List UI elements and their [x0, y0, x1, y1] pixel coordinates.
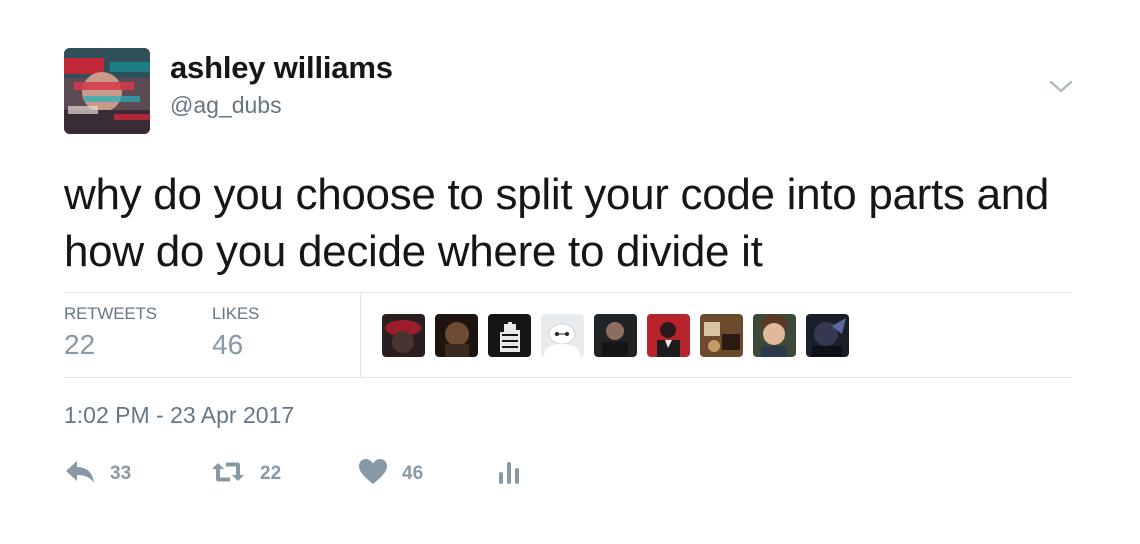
analytics-button[interactable] — [496, 456, 522, 492]
retweets-stat[interactable]: RETWEETS 22 — [64, 304, 157, 361]
like-count: 46 — [402, 463, 424, 484]
stats-vertical-divider — [360, 293, 361, 377]
like-button[interactable]: 46 — [358, 456, 423, 492]
heart-icon — [358, 458, 388, 491]
liker-avatar-4[interactable] — [541, 314, 584, 357]
likers-avatars — [382, 314, 849, 357]
liker-avatar-9[interactable] — [806, 314, 849, 357]
likes-stat[interactable]: LIKES 46 — [212, 304, 259, 361]
retweets-label: RETWEETS — [64, 304, 157, 323]
reply-button[interactable]: 33 — [64, 456, 131, 492]
likes-label: LIKES — [212, 304, 260, 323]
reply-icon — [64, 459, 96, 490]
liker-avatar-8[interactable] — [753, 314, 796, 357]
retweet-count: 22 — [260, 463, 282, 484]
analytics-icon — [496, 458, 522, 491]
stats-divider-bottom — [64, 377, 1072, 378]
liker-avatar-1[interactable] — [382, 314, 425, 357]
likes-value: 46 — [212, 329, 244, 360]
chevron-down-icon[interactable] — [1048, 76, 1074, 98]
reply-count: 33 — [110, 463, 132, 484]
tweet-timestamp[interactable]: 1:02 PM - 23 Apr 2017 — [64, 402, 294, 429]
retweets-value: 22 — [64, 329, 96, 360]
tweet-text: why do you choose to split your code int… — [64, 170, 1050, 276]
liker-avatar-5[interactable] — [594, 314, 637, 357]
tweet-card: ashley williams @ag_dubs why do you choo… — [0, 0, 1140, 544]
author-handle[interactable]: @ag_dubs — [170, 92, 282, 119]
retweet-icon — [210, 459, 246, 490]
liker-avatar-6[interactable] — [647, 314, 690, 357]
avatar-image — [64, 48, 150, 134]
author-display-name[interactable]: ashley williams — [170, 50, 393, 86]
liker-avatar-3[interactable] — [488, 314, 531, 357]
liker-avatar-7[interactable] — [700, 314, 743, 357]
liker-avatar-2[interactable] — [435, 314, 478, 357]
author-avatar[interactable] — [64, 48, 150, 134]
retweet-button[interactable]: 22 — [210, 456, 281, 492]
stats-divider-top — [64, 292, 1072, 293]
